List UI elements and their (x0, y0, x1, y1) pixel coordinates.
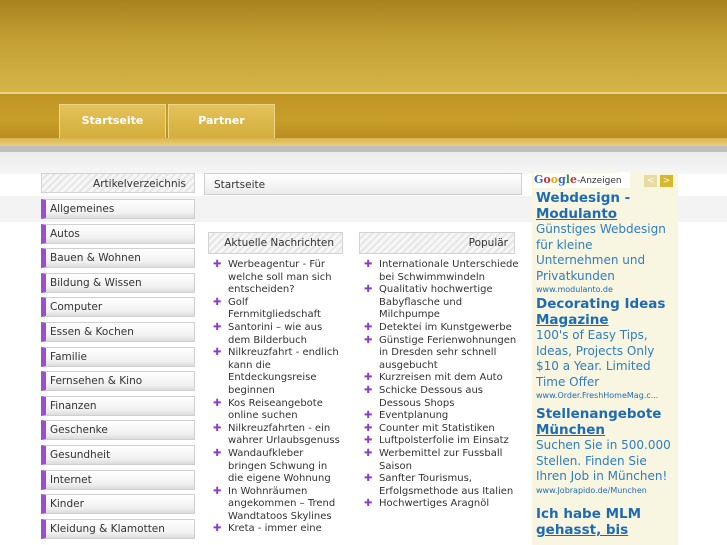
news-list: ✚ Werbeagentur - Für welche soll man sich… (208, 259, 344, 536)
google-ads-panel: Google-Anzeigen < > Webdesign - Modulanto… (532, 172, 678, 545)
ads-prev-button[interactable]: < (644, 175, 657, 187)
plus-bullet-icon: ✚ (364, 334, 373, 346)
nav-tab-startseite[interactable]: Startseite (59, 104, 166, 138)
sidebar-item-kinder[interactable]: Kinder (41, 494, 195, 515)
sidebar-item-kleidung-klamotten[interactable]: Kleidung & Klamotten (41, 518, 195, 539)
ads-next-button[interactable]: > (660, 175, 673, 187)
sidebar-item-finanzen[interactable]: Finanzen (41, 395, 195, 416)
content-top-band (0, 152, 727, 174)
ad-title[interactable]: Webdesign - Modulanto (536, 190, 676, 222)
sidebar-item-familie[interactable]: Familie (41, 346, 195, 367)
news-item[interactable]: ✚ Wandaufkleber bringen Schwung in die ei… (208, 448, 344, 486)
plus-bullet-icon: ✚ (213, 259, 222, 270)
plus-bullet-icon: ✚ (213, 321, 222, 333)
ad-item: Stellenangebote München Suchen Sie in 500… (536, 406, 676, 497)
news-item[interactable]: ✚ Werbeagentur - Für welche soll man sich… (208, 259, 344, 297)
plus-bullet-icon: ✚ (213, 347, 222, 359)
popular-item[interactable]: ✚ Sanfter Tourismus, Erfolgsmethode aus I… (359, 473, 519, 498)
news-item[interactable]: ✚ Kreta - immer eine (208, 523, 344, 536)
nav-tab-partner[interactable]: Partner (168, 104, 275, 138)
sidebar-item-allgemeines[interactable]: Allgemeines (41, 199, 195, 219)
ad-url[interactable]: www.Order.FreshHomeMag.c... (536, 390, 676, 402)
news-item[interactable]: ✚ In Wohnräumen angekommen – Trend Wandta… (208, 486, 344, 524)
news-item[interactable]: ✚ Nilkreuzfahrt - endlich kann die Entdec… (208, 347, 344, 397)
sidebar-item-computer[interactable]: Computer (41, 297, 195, 318)
popular-item[interactable]: ✚ Hochwertiges Aragnöl (359, 498, 519, 511)
plus-bullet-icon: ✚ (364, 473, 373, 485)
popular-item[interactable]: ✚ Eventplanung (359, 410, 519, 423)
ad-description: Suchen Sie in 500.000 Stellen. Finden Si… (536, 438, 671, 483)
plus-bullet-icon: ✚ (213, 447, 222, 459)
ad-url[interactable]: www.Jobrapido.de/Munchen (536, 485, 676, 497)
plus-bullet-icon: ✚ (364, 447, 373, 459)
sidebar-item-fernsehen-kino[interactable]: Fernsehen & Kino (41, 371, 195, 392)
popular-item[interactable]: ✚ Qualitativ hochwertige Babyflasche und … (359, 284, 519, 322)
category-list: Allgemeines Autos Bauen & Wohnen Bildung… (41, 199, 195, 543)
plus-bullet-icon: ✚ (213, 523, 222, 535)
plus-bullet-icon: ✚ (364, 321, 373, 333)
site-header (0, 0, 727, 92)
plus-bullet-icon: ✚ (364, 372, 373, 384)
ad-title[interactable]: Ich habe MLM gehasst, bis (536, 506, 676, 538)
plus-bullet-icon: ✚ (364, 422, 373, 434)
sidebar-item-geschenke[interactable]: Geschenke (41, 420, 195, 441)
plus-bullet-icon: ✚ (364, 435, 373, 447)
sidebar-item-essen-kochen[interactable]: Essen & Kochen (41, 321, 195, 342)
popular-item[interactable]: ✚ Werbemittel zur Fussball Saison (359, 448, 519, 473)
news-item[interactable]: ✚ Kos Reiseangebote online suchen (208, 398, 344, 423)
google-ads-logo[interactable]: Google-Anzeigen (534, 173, 630, 188)
plus-bullet-icon: ✚ (364, 410, 373, 422)
news-item[interactable]: ✚ Golf Fernmitgliedschaft (208, 297, 344, 322)
plus-bullet-icon: ✚ (364, 259, 373, 270)
sidebar-header: Artikelverzeichnis (41, 173, 195, 193)
popular-item[interactable]: ✚ Internationale Unterschiede bei Schwimm… (359, 259, 519, 284)
plus-bullet-icon: ✚ (364, 384, 373, 396)
popular-header: Populär (359, 232, 515, 254)
breadcrumb: Startseite (204, 173, 522, 195)
plus-bullet-icon: ✚ (213, 485, 222, 497)
ad-item: Webdesign - Modulanto Günstiges Webdesign… (536, 190, 676, 296)
ad-title[interactable]: Stellenangebote München (536, 406, 676, 438)
ad-url[interactable]: www.modulanto.de (536, 284, 676, 296)
news-title: Aktuelle Nachrichten (224, 237, 334, 249)
popular-item[interactable]: ✚ Counter mit Statistiken (359, 423, 519, 436)
ad-item: Decorating Ideas Magazine 100's of Easy T… (536, 296, 676, 402)
popular-list: ✚ Internationale Unterschiede bei Schwimm… (359, 259, 519, 511)
ad-description: 100's of Easy Tips, Ideas, Projects Only… (536, 328, 655, 389)
popular-item[interactable]: ✚ Schicke Dessous aus Dessous Shops (359, 385, 519, 410)
popular-item[interactable]: ✚ Luftpolsterfolie im Einsatz (359, 435, 519, 448)
popular-item[interactable]: ✚ Günstige Ferienwohnungen in Dresden seh… (359, 335, 519, 373)
popular-item[interactable]: ✚ Detektei im Kunstgewerbe (359, 322, 519, 335)
plus-bullet-icon: ✚ (213, 397, 222, 409)
ad-description: Günstiges Webdesign für kleine Unternehm… (536, 222, 666, 283)
sidebar-item-bildung-wissen[interactable]: Bildung & Wissen (41, 272, 195, 293)
news-item[interactable]: ✚ Santorini – wie aus dem Bilderbuch (208, 322, 344, 347)
sidebar-item-bauen-wohnen[interactable]: Bauen & Wohnen (41, 248, 195, 269)
google-logo-text: Google (534, 173, 577, 186)
sidebar-item-autos[interactable]: Autos (41, 223, 195, 244)
sidebar-item-internet[interactable]: Internet (41, 469, 195, 490)
ad-item: Ich habe MLM gehasst, bis (536, 506, 676, 538)
plus-bullet-icon: ✚ (213, 422, 222, 434)
ads-header: Google-Anzeigen < > (532, 172, 678, 189)
popular-title: Populär (468, 237, 508, 249)
ads-label: -Anzeigen (576, 176, 622, 186)
sidebar-title: Artikelverzeichnis (93, 178, 186, 190)
plus-bullet-icon: ✚ (364, 498, 373, 510)
nav-underbar (0, 138, 727, 146)
sidebar-item-gesundheit[interactable]: Gesundheit (41, 444, 195, 465)
news-header: Aktuelle Nachrichten (208, 232, 343, 254)
news-item[interactable]: ✚ Nilkreuzfahrten - ein wahrer Urlaubsgen… (208, 423, 344, 448)
plus-bullet-icon: ✚ (213, 296, 222, 308)
ad-title[interactable]: Decorating Ideas Magazine (536, 296, 676, 328)
breadcrumb-current: Startseite (214, 179, 266, 191)
popular-item[interactable]: ✚ Kurzreisen mit dem Auto (359, 372, 519, 385)
plus-bullet-icon: ✚ (364, 284, 373, 296)
